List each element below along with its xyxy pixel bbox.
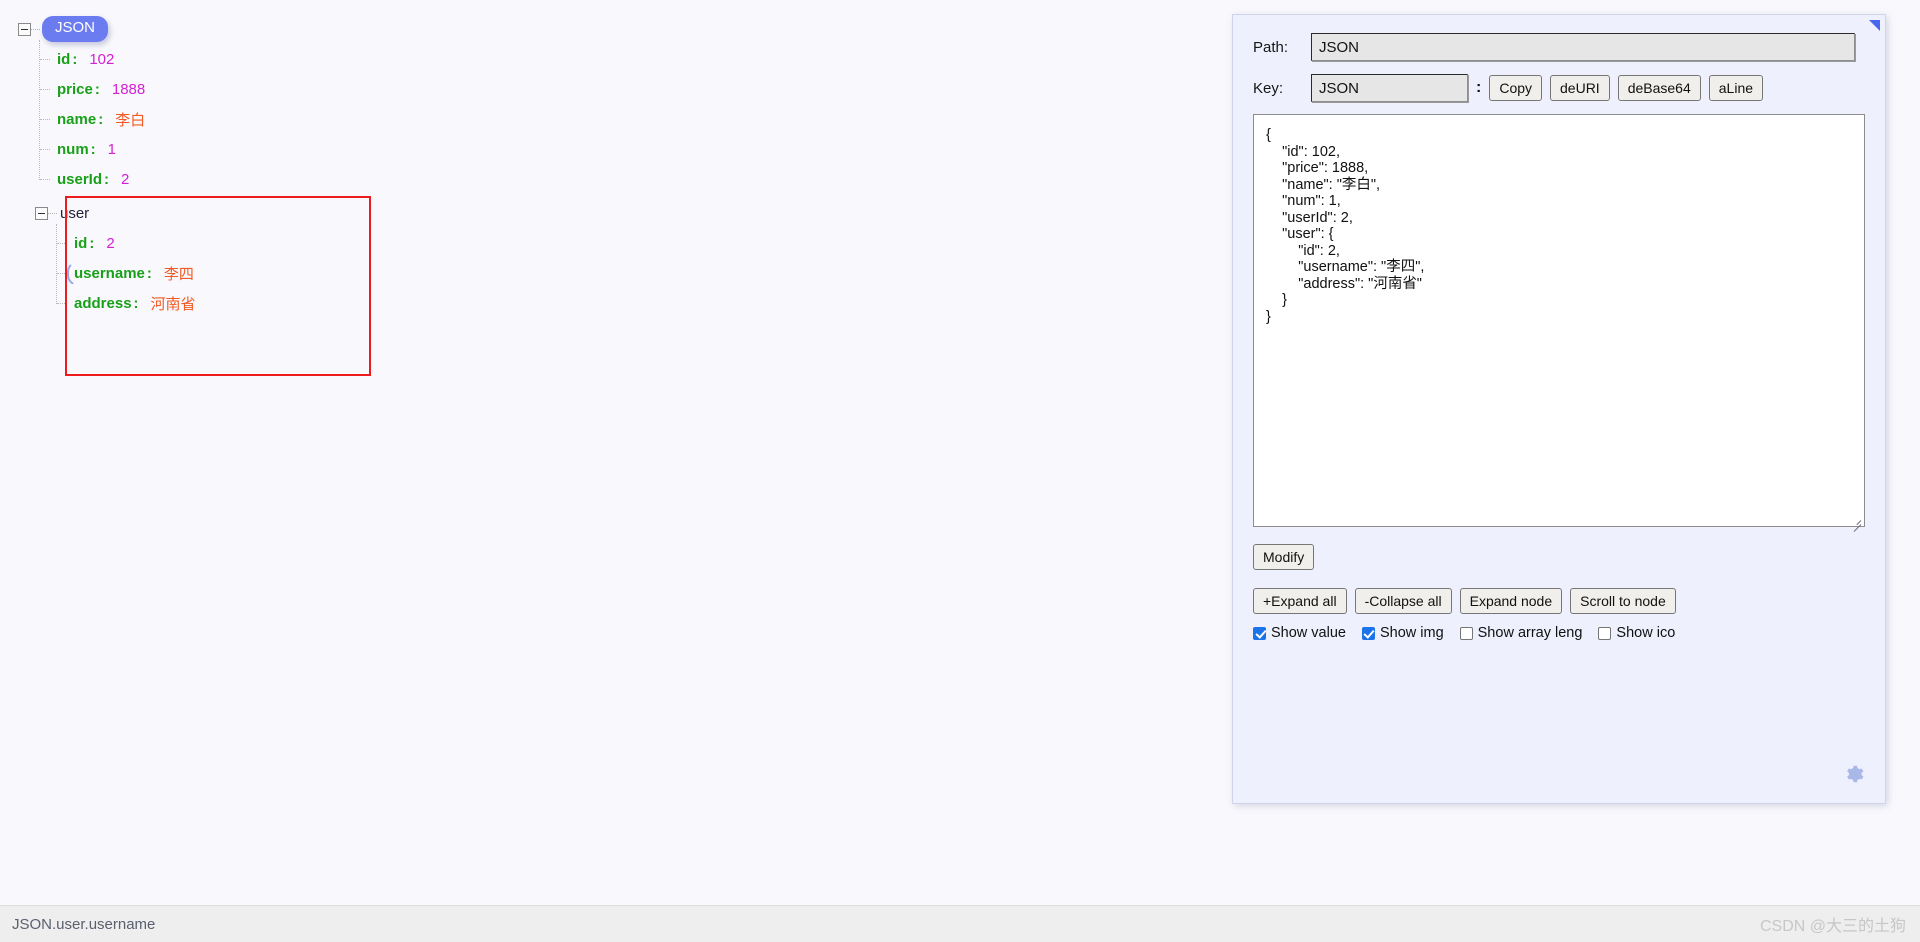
tree-object-row-user: user (35, 198, 196, 228)
json-tools-panel: Path: Key: : Copy deURI deBase64 aLine M… (1232, 14, 1886, 804)
tree-node-user-address[interactable]: address : 河南省 (56, 288, 196, 318)
tree-line-dash (48, 212, 57, 214)
tree-node-price[interactable]: price : 1888 (39, 74, 145, 104)
status-path-text: JSON.user.username (12, 915, 156, 933)
checkbox-label: Show array leng (1477, 625, 1583, 642)
status-bar: JSON.user.username CSDN @大三的土狗 (0, 905, 1920, 942)
tree-colon: : (90, 140, 96, 158)
tree-node-name[interactable]: name : 李白 (39, 104, 145, 134)
tree-root-children: id : 102 price : 1888 name : 李白 num : 1 … (39, 40, 145, 194)
path-input[interactable] (1311, 33, 1855, 61)
tree-value[interactable]: 2 (121, 171, 129, 188)
tree-key-label: name (57, 110, 97, 128)
debase64-button[interactable]: deBase64 (1617, 74, 1701, 102)
resize-corner-icon[interactable] (1869, 20, 1880, 31)
aline-button[interactable]: aLine (1708, 74, 1764, 102)
tree-key-label: id (74, 234, 88, 252)
copy-button[interactable]: Copy (1489, 74, 1543, 102)
scroll-to-node-button[interactable]: Scroll to node (1570, 588, 1676, 615)
checkbox-box-icon (1253, 626, 1266, 640)
checkbox-box-icon (1459, 626, 1473, 640)
tree-key-label: id (57, 50, 71, 68)
key-label: Key: (1253, 79, 1284, 97)
tree-node-user-username[interactable]: username : 李四 (56, 258, 196, 288)
expand-node-button[interactable]: Expand node (1459, 588, 1563, 615)
gear-icon[interactable] (1843, 763, 1865, 785)
tree-colon: : (133, 294, 139, 312)
tree-key-label: username (74, 264, 145, 282)
app-root: JSON id : 102 price : 1888 name : 李白 num… (0, 0, 1920, 942)
tree-key-label: userId (57, 170, 103, 188)
checkbox-label: Show value (1271, 625, 1346, 642)
json-editor-textarea[interactable] (1253, 114, 1865, 527)
tree-key-label: address (74, 294, 132, 312)
collapse-all-button[interactable]: -Collapse all (1354, 588, 1452, 615)
tree-value[interactable]: 河南省 (151, 293, 196, 314)
options-row: Show value Show img Show array leng Show… (1233, 614, 1885, 641)
tree-colon: : (94, 80, 100, 98)
tree-value[interactable]: 102 (89, 51, 114, 68)
tree-node-userid[interactable]: userId : 2 (39, 164, 145, 194)
show-array-length-checkbox[interactable]: Show array leng (1459, 625, 1583, 642)
tree-colon: : (98, 110, 104, 128)
tree-root-label[interactable]: JSON (42, 16, 109, 42)
tree-key-label: price (57, 80, 93, 98)
deuri-button[interactable]: deURI (1550, 74, 1610, 102)
key-row: Key: : Copy deURI deBase64 aLine (1233, 74, 1885, 102)
tree-value[interactable]: 1888 (112, 81, 145, 98)
checkbox-label: Show ico (1616, 625, 1676, 642)
tree-key-label: num (57, 140, 89, 158)
collapse-root-toggle-icon[interactable] (18, 22, 31, 36)
show-img-checkbox[interactable]: Show img (1361, 625, 1444, 642)
node-actions-row: +Expand all -Collapse all Expand node Sc… (1233, 570, 1885, 615)
tree-object-label[interactable]: user (60, 205, 89, 222)
tree-value[interactable]: 李四 (164, 263, 194, 284)
checkbox-label: Show img (1379, 625, 1444, 642)
checkbox-box-icon (1361, 626, 1375, 640)
tree-colon: : (104, 170, 110, 188)
tree-node-num[interactable]: num : 1 (39, 134, 145, 164)
tree-node-id[interactable]: id : 102 (39, 44, 145, 74)
watermark-text: CSDN @大三的土狗 (1759, 918, 1906, 935)
tree-value[interactable]: 2 (106, 235, 114, 252)
show-value-checkbox[interactable]: Show value (1253, 625, 1346, 641)
modify-row: Modify (1233, 532, 1885, 571)
tree-value[interactable]: 李白 (115, 109, 145, 130)
tree-value[interactable]: 1 (108, 141, 116, 158)
expand-all-button[interactable]: +Expand all (1253, 588, 1347, 615)
tree-colon: : (72, 50, 78, 68)
checkbox-box-icon (1598, 626, 1612, 640)
key-separator: : (1476, 79, 1482, 96)
tree-node-user: user id : 2 username : 李四 address : 河南省 (35, 198, 196, 318)
show-ico-checkbox[interactable]: Show ico (1598, 625, 1675, 641)
modify-button[interactable]: Modify (1253, 544, 1315, 571)
tree-colon: : (146, 264, 152, 282)
tree-root-row: JSON (18, 14, 145, 44)
key-input[interactable] (1311, 74, 1468, 102)
json-tree: JSON id : 102 price : 1888 name : 李白 num… (18, 14, 145, 194)
json-editor-wrap (1253, 114, 1865, 532)
path-row: Path: (1233, 33, 1885, 61)
tree-colon: : (89, 234, 95, 252)
json-tree-panel: JSON id : 102 price : 1888 name : 李白 num… (0, 0, 1220, 905)
tree-node-user-id[interactable]: id : 2 (56, 228, 196, 258)
tree-line-dash (31, 28, 40, 30)
path-label: Path: (1253, 38, 1289, 56)
tree-user-children: id : 2 username : 李四 address : 河南省 (56, 224, 196, 318)
collapse-user-toggle-icon[interactable] (35, 206, 48, 220)
